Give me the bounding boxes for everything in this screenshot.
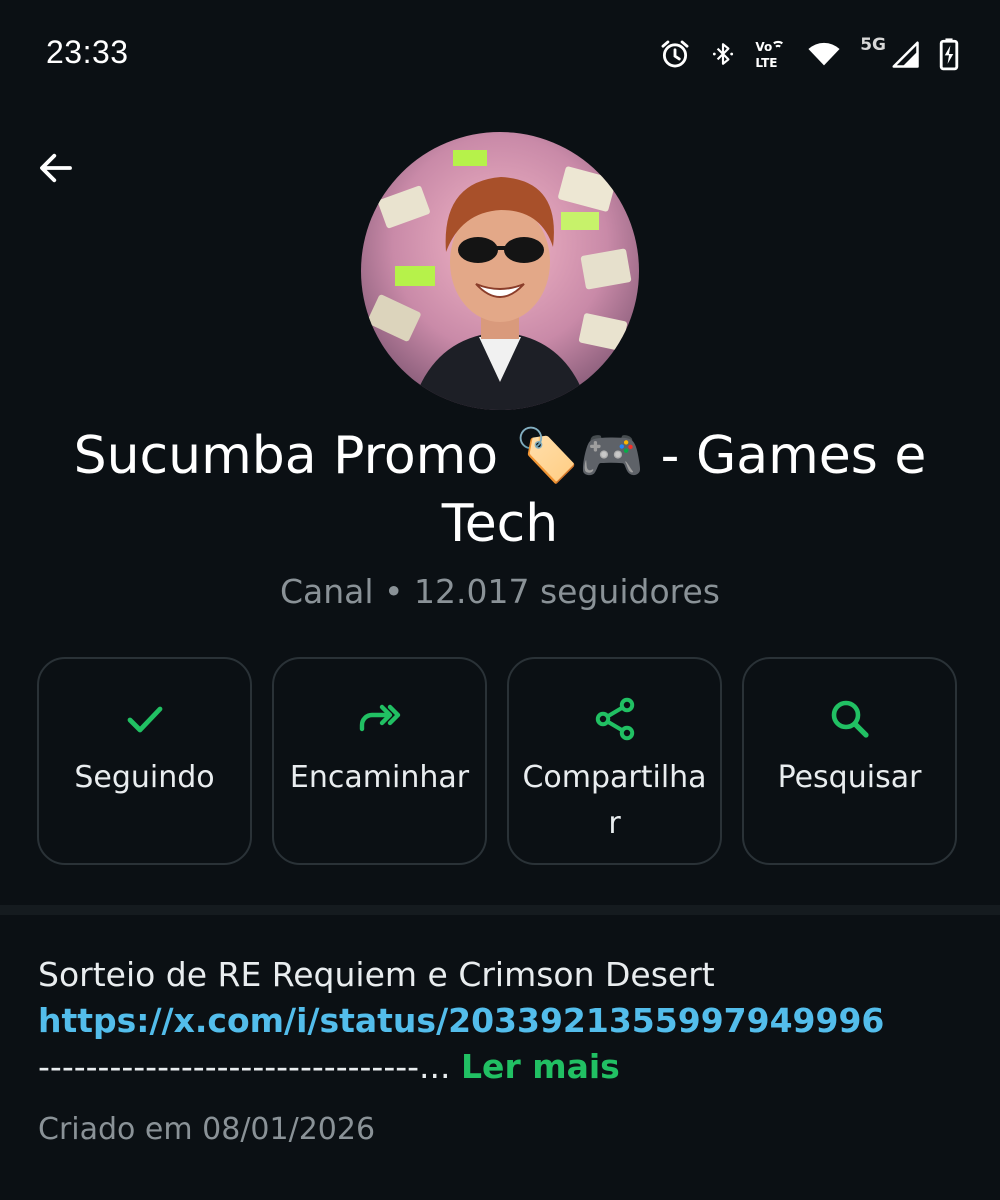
svg-text:Vo: Vo (756, 40, 773, 54)
back-button[interactable] (28, 140, 84, 196)
status-time: 23:33 (46, 34, 129, 70)
action-buttons: Seguindo Encaminhar Compartilhar Pesquis… (37, 657, 963, 865)
channel-meta: Canal • 12.017 seguidores (280, 572, 720, 611)
svg-text:LTE: LTE (756, 56, 778, 70)
forward-button[interactable]: Encaminhar (272, 657, 487, 865)
status-icons: Vo LTE 5G (658, 34, 960, 74)
battery-charging-icon (939, 38, 959, 71)
description-link[interactable]: https://x.com/i/status/20339213559979499… (38, 998, 968, 1044)
cell-signal-icon (892, 41, 919, 68)
share-button[interactable]: Compartilhar (507, 657, 722, 865)
search-button[interactable]: Pesquisar (742, 657, 957, 865)
following-button[interactable]: Seguindo (37, 657, 252, 865)
created-date: Criado em 08/01/2026 (38, 1112, 376, 1147)
share-icon (595, 697, 634, 741)
wifi-icon (808, 42, 840, 66)
avatar-illustration (361, 132, 639, 410)
forward-icon (359, 704, 400, 732)
network-type-label: 5G (860, 35, 886, 55)
search-icon (831, 700, 869, 738)
section-divider (0, 905, 1000, 915)
description-continued: --------------------------------... Ler … (38, 1044, 968, 1090)
description-dashes: --------------------------------... (38, 1047, 451, 1086)
channel-avatar[interactable] (361, 132, 639, 410)
check-icon (127, 706, 162, 733)
arrow-left-icon (40, 153, 72, 183)
search-label: Pesquisar (777, 760, 922, 795)
channel-description: Sorteio de RE Requiem e Crimson Desert h… (38, 952, 968, 1090)
read-more-link[interactable]: Ler mais (461, 1047, 620, 1086)
description-text: Sorteio de RE Requiem e Crimson Desert (38, 955, 715, 994)
volte-icon: Vo LTE (756, 40, 784, 70)
status-bar: 23:33 Vo LTE 5G (0, 0, 1000, 110)
share-label: Compartilhar (522, 760, 707, 841)
channel-title: Sucumba Promo 🏷️🎮 - Games e Tech (73, 426, 927, 554)
following-label: Seguindo (74, 760, 215, 795)
bluetooth-icon (713, 43, 734, 65)
alarm-icon (661, 40, 689, 68)
forward-label: Encaminhar (289, 760, 470, 795)
